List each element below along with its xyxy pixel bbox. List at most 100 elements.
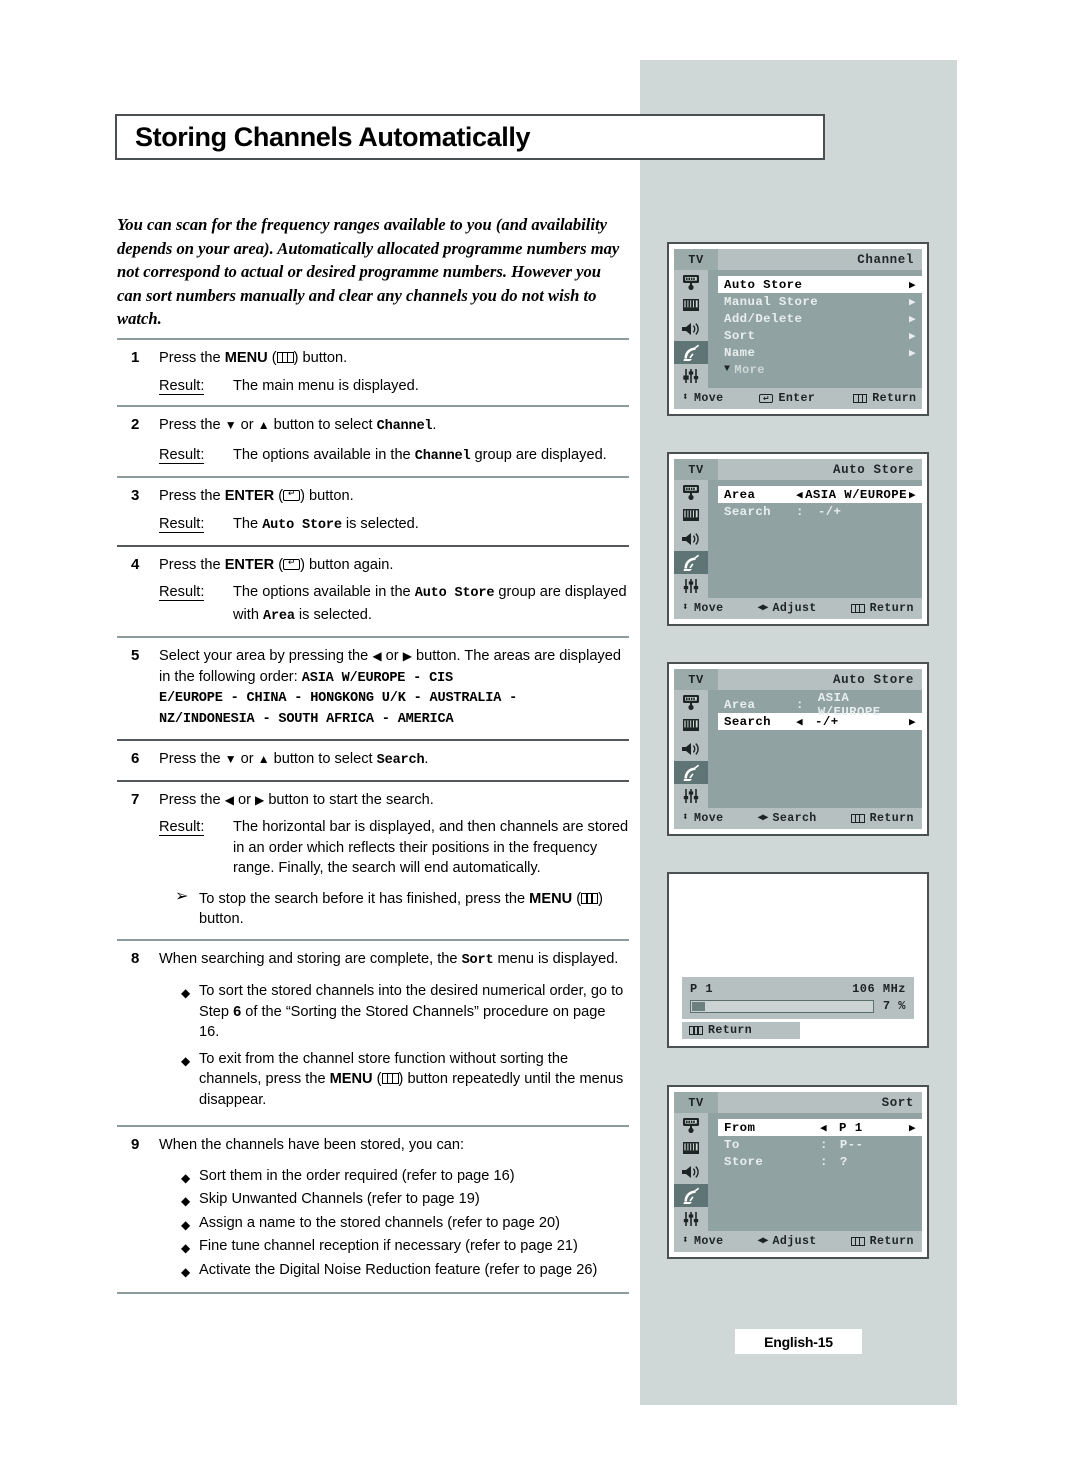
step-9: 9 When the channels have been stored, yo… [117, 1127, 629, 1292]
enter-key-icon: ↵ [283, 558, 301, 570]
arrow-up-icon: ▲ [257, 751, 270, 766]
osd-field-store[interactable]: Store : ? [718, 1153, 922, 1170]
osd-5-main: From ◀ P 1 ▶ To : P-- Store : ? [674, 1113, 922, 1231]
osd-menu-item-more[interactable]: ▼ More [718, 361, 922, 378]
chevron-left-icon[interactable]: ◀ [796, 488, 803, 502]
osd-3-search-label: Search [724, 714, 772, 729]
picture-bars-icon[interactable] [674, 294, 708, 318]
setup-sliders-icon[interactable] [674, 364, 708, 388]
menu-key-icon [689, 1026, 703, 1035]
speaker-icon[interactable] [674, 527, 708, 551]
osd-panel-auto-store-area: TV Auto Store Area ◀ ASIA W/EUROPE ▶ Sea… [667, 452, 929, 626]
step-7-note-pre: To stop the search before it has finishe… [199, 890, 530, 907]
programme-number: P 1 [690, 982, 714, 996]
osd-5-return-label: Return [869, 1235, 914, 1248]
step-5-pre: Select your area by pressing the [159, 648, 373, 664]
satellite-dish-icon[interactable] [674, 340, 708, 365]
osd-field-search[interactable]: Search : -/+ [718, 503, 922, 520]
osd-4-return-bar[interactable]: Return [682, 1022, 800, 1039]
osd-1-footer: ⬍ Move ↵ Enter Return [674, 388, 922, 409]
osd-menu-item-add-delete[interactable]: Add/Delete ▶ [718, 310, 922, 327]
step-5-number: 5 [131, 647, 140, 664]
chevron-right-icon[interactable]: ▶ [909, 488, 916, 502]
step-2-result-text: The options available in the Channel gro… [233, 445, 629, 468]
diamond-bullet-icon: ◆ [181, 1053, 191, 1068]
step-3-instruction: Press the ENTER (↵) button. [159, 486, 629, 507]
arrow-left-icon: ◀ [224, 792, 234, 807]
step-6-instruction: Press the ▼ or ▲ button to select Search… [159, 749, 629, 772]
step-3-result-mono: Auto Store [262, 517, 342, 533]
speaker-icon[interactable] [674, 1160, 708, 1184]
picture-icon[interactable] [674, 270, 708, 294]
step-4-result-text: The options available in the Auto Store … [233, 582, 629, 627]
step-8-bullet-2: To exit from the channel store function … [199, 1049, 629, 1111]
osd-field-from[interactable]: From ◀ P 1 ▶ [718, 1119, 922, 1136]
step-5-body: Select your area by pressing the ◀ or ▶ … [159, 646, 629, 730]
updown-arrows-icon: ⬍ [682, 812, 690, 824]
osd-menu-item-name[interactable]: Name ▶ [718, 344, 922, 361]
chevron-right-icon: ▶ [908, 296, 916, 309]
satellite-dish-icon[interactable] [674, 760, 708, 785]
step-6-body: Press the ▼ or ▲ button to select Search… [159, 749, 629, 772]
page-title-box: Storing Channels Automatically [115, 114, 825, 160]
setup-sliders-icon[interactable] [674, 574, 708, 598]
note-arrow-icon: ➢ [175, 887, 189, 905]
step-3-mid: ( [274, 488, 284, 504]
chevron-right-icon[interactable]: ▶ [909, 715, 916, 729]
setup-sliders-icon[interactable] [674, 1207, 708, 1231]
satellite-dish-icon[interactable] [674, 1183, 708, 1208]
speaker-icon[interactable] [674, 317, 708, 341]
step-9-bullets: ◆ Sort them in the order required (refer… [159, 1166, 629, 1283]
updown-arrows-icon: ⬍ [682, 602, 690, 614]
osd-2-icon-column [674, 480, 708, 598]
step-3-pre: Press the [159, 488, 225, 504]
step-8-instruction: When searching and storing are complete,… [159, 949, 629, 972]
result-label: Result: [159, 376, 233, 397]
osd-menu-item-manual-store[interactable]: Manual Store ▶ [718, 293, 922, 310]
step-7-note-text: To stop the search before it has finishe… [199, 889, 629, 930]
chevron-left-icon[interactable]: ◀ [820, 1121, 827, 1135]
diamond-bullet-icon: ◆ [181, 1241, 191, 1255]
chevron-right-icon[interactable]: ▶ [909, 1121, 916, 1135]
chevron-left-icon[interactable]: ◀ [796, 715, 803, 729]
picture-icon[interactable] [674, 690, 708, 714]
osd-field-to[interactable]: To : P-- [718, 1136, 922, 1153]
satellite-dish-icon[interactable] [674, 550, 708, 575]
osd-panel-search-progress: P 1 106 MHz 7 % Return [667, 872, 929, 1048]
osd-field-area[interactable]: Area ◀ ASIA W/EUROPE ▶ [718, 486, 922, 503]
osd-5-store-value: ? [839, 1154, 848, 1169]
step-7-note: ➢ To stop the search before it has finis… [159, 887, 629, 930]
step-8-body: When searching and storing are complete,… [159, 949, 629, 1117]
step-4-result-pre: The options available in the [233, 584, 415, 600]
step-7-note-key: MENU [529, 890, 573, 907]
setup-sliders-icon[interactable] [674, 784, 708, 808]
osd-menu-item-sort[interactable]: Sort ▶ [718, 327, 922, 344]
osd-field-area[interactable]: Area : ASIA W/EUROPE [718, 691, 922, 719]
progress-percent: 7 % [882, 999, 906, 1013]
osd-tv-label: TV [674, 1092, 718, 1113]
chevron-down-icon: ▼ [724, 364, 731, 375]
step-1-post: ) button. [293, 350, 348, 366]
step-2-mono: Channel [376, 419, 433, 434]
picture-icon[interactable] [674, 480, 708, 504]
osd-5-from-label: From [724, 1120, 756, 1135]
osd-menu-item-auto-store[interactable]: Auto Store ▶ [718, 276, 922, 293]
picture-icon[interactable] [674, 1113, 708, 1137]
chevron-right-icon: ▶ [908, 313, 916, 326]
osd-3-search-label: Search [772, 812, 817, 825]
menu-key-icon [850, 604, 865, 613]
step-3-result-pre: The [233, 515, 263, 532]
step-1-result: Result: The main menu is displayed. [159, 376, 629, 397]
osd-1-more-label: More [734, 362, 765, 377]
speaker-icon[interactable] [674, 737, 708, 761]
osd-5-foot-move: ⬍ Move [674, 1235, 723, 1248]
result-label-text: Result: [159, 819, 205, 836]
osd-5-store-label: Store [724, 1154, 764, 1169]
step-6-number: 6 [131, 749, 140, 767]
picture-bars-icon[interactable] [674, 1137, 708, 1161]
step-4-result: Result: The options available in the Aut… [159, 582, 629, 627]
picture-bars-icon[interactable] [674, 504, 708, 528]
picture-bars-icon[interactable] [674, 714, 708, 738]
arrow-down-icon: ▼ [224, 751, 237, 766]
diamond-bullet-icon: ◆ [181, 986, 191, 1000]
